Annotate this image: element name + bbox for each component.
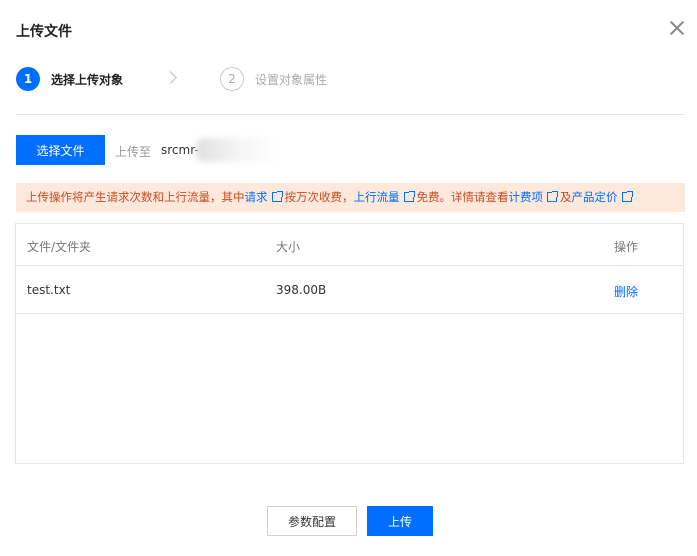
step-1-number: 1 (16, 67, 40, 91)
requests-link[interactable]: 请求 (245, 190, 268, 204)
table-header: 文件/文件夹 大小 操作 (16, 224, 683, 266)
external-link-icon[interactable] (403, 191, 415, 202)
file-table: 文件/文件夹 大小 操作 test.txt 398.00B 删除 (15, 223, 684, 464)
notice-text-4: 及 (560, 190, 572, 204)
chevron-right-icon (164, 71, 177, 84)
dialog-title: 上传文件 (16, 24, 72, 40)
close-icon[interactable] (669, 20, 685, 36)
upload-button[interactable]: 上传 (367, 506, 433, 536)
external-link-icon[interactable] (547, 191, 558, 202)
notice-text-2: 按万次收费， (284, 190, 354, 204)
external-link-icon[interactable] (271, 191, 283, 202)
product-pricing-link[interactable]: 产品定价 (572, 190, 618, 204)
header-file-folder: 文件/文件夹 (27, 240, 92, 254)
bucket-name-redaction (196, 138, 278, 162)
notice-text-3: 免费。详情请查看 (416, 190, 509, 204)
billing-items-link[interactable]: 计费项 (509, 190, 544, 204)
bucket-name: srcmr- (161, 143, 199, 157)
external-link-icon[interactable] (621, 191, 633, 202)
select-file-button[interactable]: 选择文件 (16, 135, 105, 165)
upstream-traffic-link[interactable]: 上行流量 (354, 190, 400, 204)
file-name: test.txt (27, 283, 71, 297)
step-2-label: 设置对象属性 (255, 73, 328, 87)
file-size: 398.00B (276, 283, 327, 297)
params-config-button[interactable]: 参数配置 (267, 506, 357, 536)
header-size: 大小 (276, 240, 301, 254)
billing-notice: 上传操作将产生请求次数和上行流量，其中请求 按万次收费，上行流量 免费。详情请查看计… (16, 183, 685, 212)
step-2-number: 2 (220, 67, 244, 91)
notice-text-1: 上传操作将产生请求次数和上行流量，其中 (26, 190, 245, 204)
step-1-label: 选择上传对象 (51, 73, 124, 87)
table-row: test.txt 398.00B 删除 (16, 265, 683, 314)
upload-to-label: 上传至 (115, 145, 152, 159)
steps: 1 选择上传对象 2 设置对象属性 (16, 67, 676, 93)
divider (16, 114, 685, 115)
header-action: 操作 (614, 240, 639, 254)
delete-link[interactable]: 删除 (614, 283, 638, 300)
